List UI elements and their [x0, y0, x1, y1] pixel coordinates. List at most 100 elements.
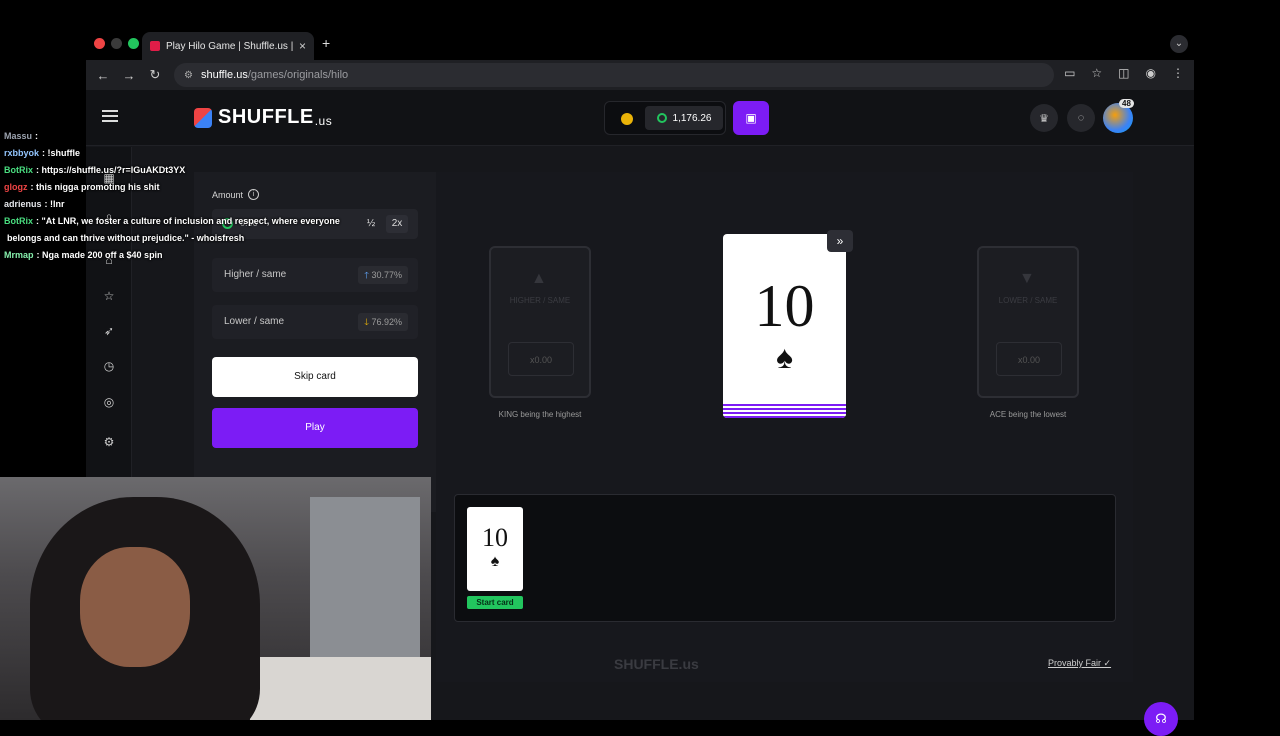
lower-ghost-card: ▼ LOWER / SAME x0.00	[977, 246, 1079, 398]
provably-fair-link[interactable]: Provably Fair ✓	[1048, 658, 1111, 669]
maximize-window-button[interactable]	[128, 38, 139, 49]
footer-logo: SHUFFLE.us	[614, 656, 699, 672]
higher-ghost-label: HIGHER / SAME	[509, 296, 571, 305]
chat-text: : "At LNR, we foster a culture of inclus…	[36, 216, 340, 226]
up-arrow-icon: 🡑	[364, 270, 369, 280]
recent-history-icon[interactable]: ◷	[102, 359, 116, 373]
webcam-bed	[250, 657, 431, 720]
chat-text: : !lnr	[44, 199, 65, 209]
url-host: shuffle.us	[200, 69, 248, 81]
chat-username: BotRix	[4, 165, 33, 175]
forward-icon[interactable]: →	[116, 68, 142, 83]
wallet-selector[interactable]: 1,176.26	[604, 101, 726, 135]
address-bar[interactable]: ⚙ shuffle.us/games/originals/hilo	[174, 63, 1054, 87]
logo-suffix: .us	[314, 113, 333, 128]
webcam-overlay	[0, 477, 431, 720]
wallet-icon: ▣	[745, 111, 757, 125]
chevron-up-icon: ▲	[531, 270, 547, 287]
higher-ghost-card: ▲ HIGHER / SAME x0.00	[489, 246, 591, 398]
coin-icon	[621, 113, 633, 125]
lower-multiplier: x0.00	[996, 342, 1062, 376]
support-headset-button[interactable]: ☊	[1144, 702, 1178, 736]
settings-gear-icon[interactable]: ⚙	[102, 435, 116, 449]
site-info-icon[interactable]: ⚙	[184, 70, 193, 81]
hamburger-menu-icon[interactable]	[102, 110, 118, 122]
higher-caption: KING being the highest	[498, 410, 582, 419]
shuffle-logo[interactable]: SHUFFLE .us	[194, 106, 332, 129]
deposit-button[interactable]: ▣	[733, 101, 769, 135]
chat-message: BotRix: "At LNR, we foster a culture of …	[0, 213, 420, 230]
headset-icon: ☊	[1155, 711, 1167, 726]
chat-text: : https://shuffle.us/?r=lGuAKDt3YX	[36, 165, 186, 175]
favorites-star-icon[interactable]: ☆	[102, 289, 116, 303]
chat-button[interactable]: ◌	[1067, 104, 1095, 132]
shuffle-logo-mark-icon	[194, 107, 212, 128]
url-path: /games/originals/hilo	[247, 69, 349, 81]
menu-kebab-icon[interactable]: ⋮	[1172, 66, 1184, 80]
chat-message: Massu:	[0, 128, 420, 145]
chevron-down-icon: ▼	[1019, 270, 1035, 287]
new-tab-button[interactable]: +	[322, 35, 330, 51]
chat-username: Massu	[4, 131, 33, 141]
chat-message: glogz: this nigga promoting his shit	[0, 179, 420, 196]
back-icon[interactable]: ←	[90, 68, 116, 83]
cast-icon[interactable]: ▭	[1064, 66, 1075, 80]
higher-label: Higher / same	[224, 269, 287, 280]
chat-message: BotRix: https://shuffle.us/?r=lGuAKDt3YX	[0, 162, 420, 179]
chat-text: belongs and can thrive without prejudice…	[7, 233, 245, 243]
current-card: 10 ♠	[723, 234, 846, 418]
live-icon[interactable]: ◎	[102, 395, 116, 409]
card-history: 10 ♠ Start card	[454, 494, 1116, 622]
provably-fair-text: Provably Fair	[1048, 658, 1102, 668]
webcam-face	[80, 547, 190, 667]
skip-card-button[interactable]: Skip card	[212, 357, 418, 397]
webcam-window	[310, 497, 420, 657]
chat-text: :	[35, 131, 39, 141]
balance-value: 1,176.26	[672, 112, 712, 124]
lower-chance-value: 76.92%	[371, 317, 402, 327]
lower-ghost-label: LOWER / SAME	[998, 296, 1058, 305]
tab-list-button[interactable]: ⌄	[1170, 35, 1188, 53]
vip-crown-button[interactable]: ♛	[1030, 104, 1058, 132]
lower-caption: ACE being the lowest	[989, 410, 1067, 419]
card-stack	[723, 404, 846, 418]
crown-icon: ♛	[1039, 112, 1049, 125]
chat-username: Mrmap	[4, 250, 34, 260]
lower-same-option[interactable]: Lower / same 🡓 76.92%	[212, 305, 418, 339]
hilo-game-area: ▲ HIGHER / SAME x0.00 KING being the hig…	[436, 172, 1133, 682]
bookmark-star-icon[interactable]: ☆	[1091, 66, 1102, 80]
chat-text: : !shuffle	[42, 148, 81, 158]
tab-strip: Play Hilo Game | Shuffle.us | × + ⌄	[86, 30, 1194, 60]
higher-multiplier: x0.00	[508, 342, 574, 376]
chat-username: rxbbyok	[4, 148, 40, 158]
balance-display[interactable]: 1,176.26	[645, 106, 723, 130]
play-button[interactable]: Play	[212, 408, 418, 448]
tab-hilo[interactable]: Play Hilo Game | Shuffle.us | ×	[142, 32, 314, 60]
higher-chance: 🡑 30.77%	[358, 266, 408, 284]
notification-badge: 48	[1119, 99, 1134, 108]
history-card: 10 ♠	[467, 507, 523, 591]
lower-label: Lower / same	[224, 316, 285, 327]
extensions-icon[interactable]: ◫	[1118, 66, 1129, 80]
chat-bubble-icon: ◌	[1077, 112, 1085, 124]
reload-icon[interactable]: ↻	[142, 67, 168, 83]
toolbar-actions: ▭ ☆ ◫ ◉ ⋮	[1064, 66, 1184, 80]
start-card-badge: Start card	[467, 596, 523, 609]
rocket-icon[interactable]: ➶	[102, 324, 116, 338]
lower-chance: 🡓 76.92%	[358, 313, 408, 331]
logo-text: SHUFFLE	[218, 106, 314, 128]
minimize-window-button[interactable]	[111, 38, 122, 49]
chat-message: rxbbyok: !shuffle	[0, 145, 420, 162]
chat-text: : this nigga promoting his shit	[30, 182, 160, 192]
chat-username: BotRix	[4, 216, 33, 226]
skip-chevron-button[interactable]: »	[827, 230, 853, 252]
close-window-button[interactable]	[94, 38, 105, 49]
currency-icon	[656, 113, 667, 123]
history-card-rank: 10	[482, 523, 508, 552]
chat-message: belongs and can thrive without prejudice…	[0, 230, 420, 247]
chat-username: adrienus	[4, 199, 42, 209]
shuffle-favicon-icon	[150, 41, 160, 51]
profile-icon[interactable]: ◉	[1146, 66, 1156, 80]
close-tab-icon[interactable]: ×	[299, 39, 306, 53]
history-spade-icon: ♠	[490, 553, 500, 570]
